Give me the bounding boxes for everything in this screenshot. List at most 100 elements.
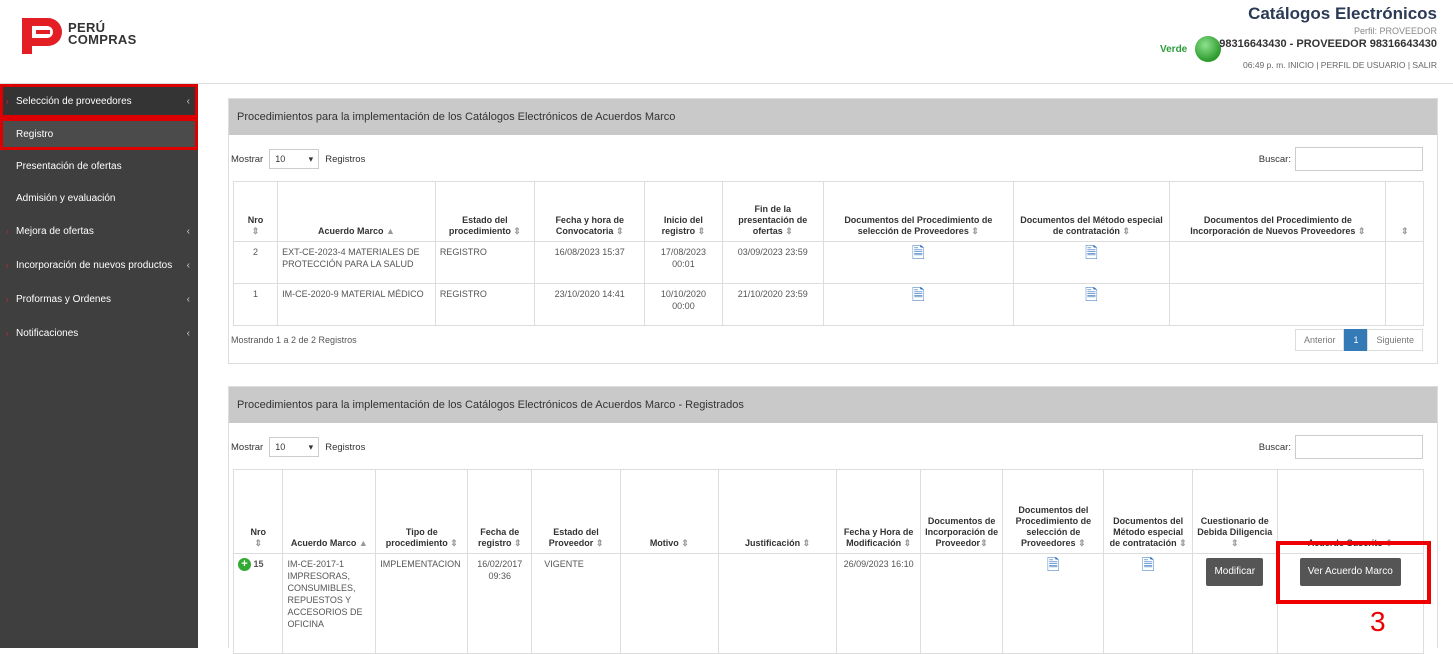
chevron-down-icon: ▾ [308, 153, 314, 164]
chevron-left-icon: ‹ [186, 327, 190, 339]
pdf-icon[interactable]: 🗎 [1142, 558, 1155, 574]
cell-fin: 03/09/2023 23:59 [721, 241, 824, 284]
cell-estado: REGISTRO [434, 241, 536, 284]
peru-compras-logo[interactable]: PERÚ COMPRAS [18, 12, 137, 56]
col-header[interactable]: Fecha y hora de Convocatoria ⇕ [534, 181, 646, 242]
procedures-table: Nro ⇕ Acuerdo Marco ▲ Estado del procedim… [232, 181, 1424, 326]
page-1-button[interactable]: 1 [1344, 329, 1368, 351]
show-label: Mostrar [231, 441, 264, 453]
profile-label: Perfil: PROVEEDOR [1353, 26, 1437, 36]
cell-acuerdo: IM-CE-2020-9 MATERIAL MÉDICO [277, 283, 436, 326]
sidebar-item-label: Selección de proveedores [16, 95, 132, 107]
col-header[interactable]: Documentos del Procedimiento de selecció… [1002, 469, 1105, 554]
cell-estado: VIGENTE [531, 553, 621, 654]
sidebar-item-notificaciones[interactable]: › Notificaciones ‹ [0, 316, 198, 350]
col-header[interactable]: Cuestionario de Debida Diligencia ⇕ [1192, 469, 1278, 554]
page-size-select[interactable]: 10 ▾ [269, 437, 320, 457]
col-header[interactable]: Fin de la presentación de ofertas ⇕ [721, 181, 824, 242]
chevron-left-icon: ‹ [186, 259, 190, 271]
col-header[interactable]: Justificación ⇕ [717, 469, 838, 554]
col-header[interactable]: Documentos de Incorporación de Proveedor… [919, 469, 1004, 554]
records-info: Mostrando 1 a 2 de 2 Registros [231, 335, 357, 345]
sidebar: › Selección de proveedores ‹ Registro Pr… [0, 84, 198, 648]
status-indicator: Verde [1160, 36, 1222, 62]
app-title: Catálogos Electrónicos [1248, 4, 1437, 23]
table-row: 2 EXT-CE-2023-4 MATERIALES DE PROTECCIÓN… [232, 241, 1424, 284]
col-header[interactable]: ⇕ [1385, 181, 1424, 242]
col-header[interactable]: Acuerdo Marco ▲ [277, 181, 436, 242]
sidebar-item-mejora-ofertas[interactable]: › Mejora de ofertas ‹ [0, 214, 198, 248]
page-size-value: 10 [275, 154, 286, 164]
chevron-down-icon: ▾ [308, 441, 314, 452]
chevron-right-icon: › [6, 96, 9, 106]
sidebar-item-incorporacion[interactable]: › Incorporación de nuevos productos ‹ [0, 248, 198, 282]
pdf-icon[interactable]: 🗎 [912, 246, 925, 262]
sidebar-item-admision-evaluacion[interactable]: Admisión y evaluación [0, 182, 198, 214]
chevron-left-icon: ‹ [186, 293, 190, 305]
cell-tipo: IMPLEMENTACION [375, 553, 469, 654]
page-size-select[interactable]: 10 ▾ [269, 149, 320, 169]
procedures-panel: Procedimientos para la implementación de… [228, 98, 1438, 364]
header-links[interactable]: 06:49 p. m. INICIO | PERFIL DE USUARIO |… [1219, 60, 1437, 70]
next-page-button[interactable]: Siguiente [1367, 329, 1423, 351]
highlight-box [1276, 541, 1431, 604]
pdf-icon[interactable]: 🗎 [1085, 288, 1098, 304]
cell-nro: 15 [253, 559, 264, 569]
search-label: Buscar: [1258, 153, 1291, 165]
cell-inicio: 10/10/2020 00:00 [644, 283, 723, 326]
chevron-left-icon: ‹ [186, 225, 190, 237]
col-header[interactable]: Inicio del registro ⇕ [644, 181, 723, 242]
col-header[interactable]: Nro ⇕ [232, 181, 279, 242]
col-header[interactable]: Estado del procedimiento ⇕ [434, 181, 536, 242]
col-header[interactable]: Nro ⇕ [232, 469, 284, 554]
panel-title: Procedimientos para la implementación de… [229, 387, 1437, 423]
modify-button[interactable]: Modificar [1206, 558, 1264, 586]
sidebar-item-label: Mejora de ofertas [16, 225, 94, 237]
col-header[interactable]: Tipo de procedimiento ⇕ [375, 469, 469, 554]
peru-compras-logo-icon [22, 18, 62, 54]
registered-panel: Procedimientos para la implementación de… [228, 386, 1438, 654]
cell-acuerdo: EXT-CE-2023-4 MATERIALES DE PROTECCIÓN P… [277, 241, 436, 284]
sidebar-item-label: Notificaciones [16, 327, 79, 339]
cell-inicio: 17/08/2023 00:01 [644, 241, 723, 284]
show-label: Mostrar [231, 153, 264, 165]
col-header[interactable]: Documentos del Método especial de contra… [1103, 469, 1193, 554]
col-header[interactable]: Documentos del Procedimiento de selecció… [822, 181, 1014, 242]
records-label: Registros [325, 441, 366, 453]
chevron-right-icon: › [6, 226, 9, 236]
registered-table: Nro ⇕ Acuerdo Marco ▲ Tipo de procedimien… [232, 469, 1425, 654]
cell-acuerdo: IM-CE-2017-1 IMPRESORAS, CONSUMIBLES, RE… [282, 553, 377, 654]
status-dot-icon [1195, 36, 1222, 62]
sidebar-item-registro[interactable]: Registro [0, 118, 198, 150]
sidebar-item-proformas[interactable]: › Proformas y Ordenes ‹ [0, 282, 198, 316]
sidebar-item-presentacion-ofertas[interactable]: Presentación de ofertas [0, 150, 198, 182]
records-label: Registros [325, 153, 366, 165]
panel-title: Procedimientos para la implementación de… [229, 99, 1437, 135]
col-header[interactable]: Fecha y Hora de Modificación ⇕ [836, 469, 921, 554]
search-input[interactable] [1295, 435, 1423, 459]
chevron-right-icon: › [6, 260, 9, 270]
col-header[interactable]: Acuerdo Marco ▲ [282, 469, 377, 554]
logo-line-2: COMPRAS [68, 32, 137, 47]
cell-nro: 2 [232, 241, 279, 284]
pdf-icon[interactable]: 🗎 [912, 288, 925, 304]
sidebar-item-seleccion-proveedores[interactable]: › Selección de proveedores ‹ [0, 84, 198, 118]
col-header[interactable]: Documentos del Método especial de contra… [1012, 181, 1171, 242]
expand-row-icon[interactable]: + [238, 558, 251, 571]
cell-convocatoria: 16/08/2023 15:37 [534, 241, 646, 284]
cell-fin: 21/10/2020 23:59 [721, 283, 824, 326]
page-size-value: 10 [275, 442, 286, 452]
pdf-icon[interactable]: 🗎 [1085, 246, 1098, 262]
prev-page-button[interactable]: Anterior [1294, 329, 1345, 351]
pdf-icon[interactable]: 🗎 [1047, 558, 1060, 574]
table-row: 1 IM-CE-2020-9 MATERIAL MÉDICO REGISTRO … [232, 283, 1424, 326]
col-header[interactable]: Estado del Proveedor ⇕ [531, 469, 621, 554]
col-header[interactable]: Motivo ⇕ [619, 469, 719, 554]
cell-convocatoria: 23/10/2020 14:41 [534, 283, 646, 326]
col-header[interactable]: Documentos del Procedimiento de Incorpor… [1169, 181, 1387, 242]
top-header: PERÚ COMPRAS Verde Catálogos Electrónico… [0, 0, 1453, 84]
col-header[interactable]: Fecha de registro ⇕ [467, 469, 533, 554]
search-input[interactable] [1295, 147, 1423, 171]
chevron-right-icon: › [6, 294, 9, 304]
cell-nro: 1 [232, 283, 279, 326]
